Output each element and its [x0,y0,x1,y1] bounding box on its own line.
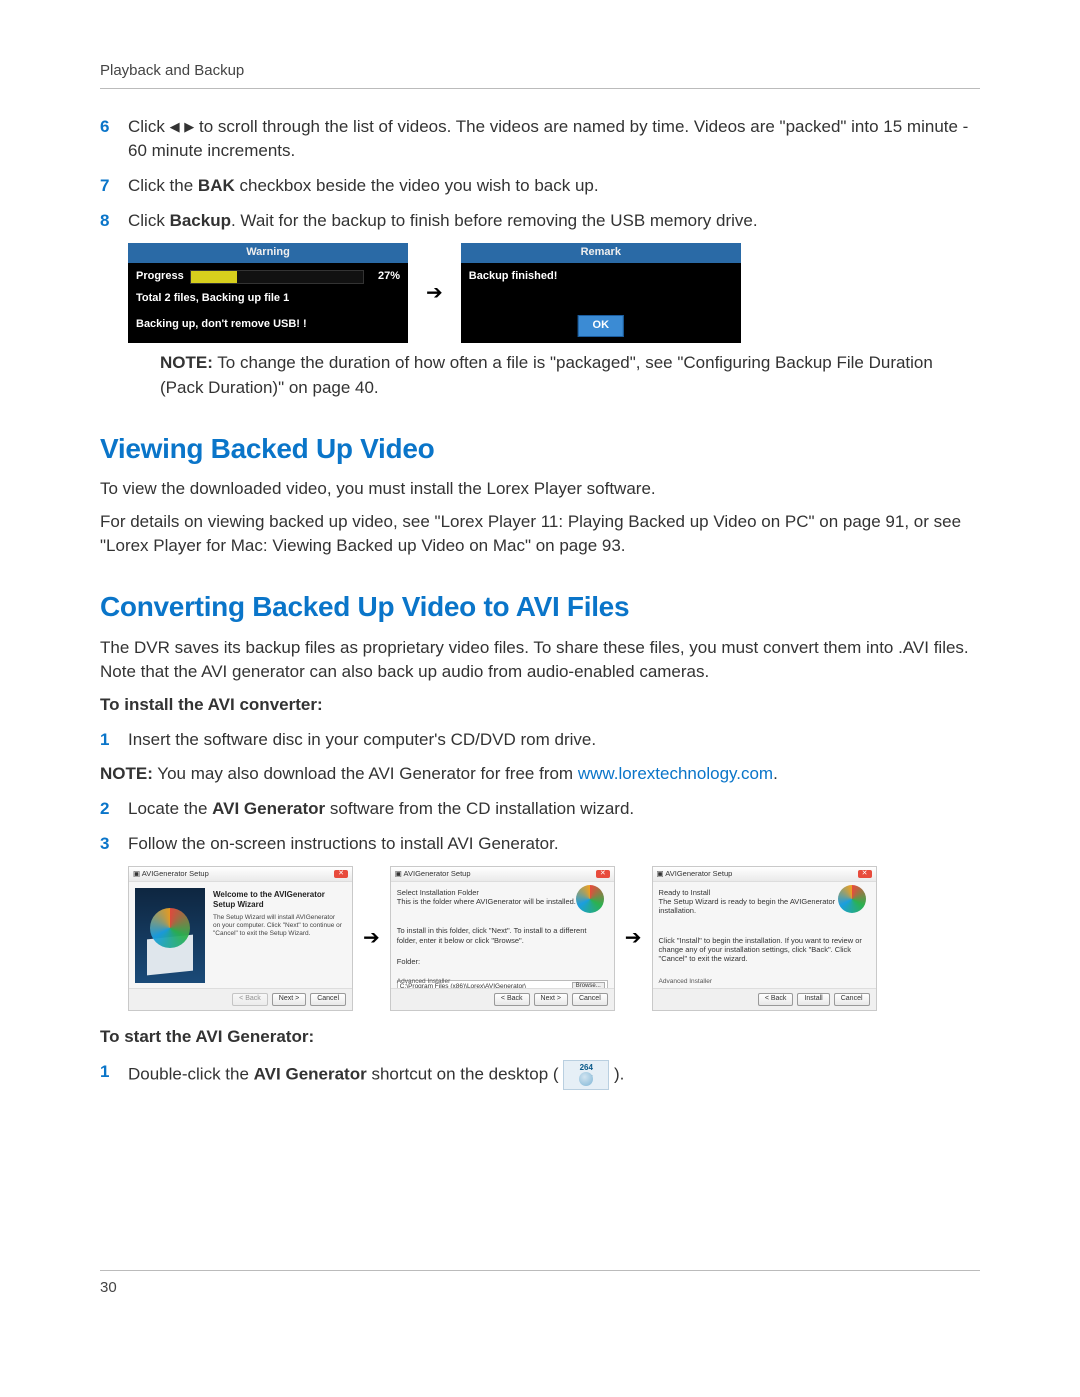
step-number: 1 [100,1060,128,1085]
step-body: Insert the software disc in your compute… [128,728,980,753]
page-number: 30 [100,1279,117,1296]
backup-progress-figure: Warning Progress 27% Total 2 files, Back… [128,243,980,343]
progress-line1: Total 2 files, Backing up file 1 [136,291,400,307]
wizard-folder: ▣ AVIGenerator Setup ✕ Select Installati… [390,866,615,1011]
section1-p2: For details on viewing backed up video, … [100,510,980,559]
wizard-logo-icon [838,885,866,913]
wizard-text: To install in this folder, click "Next".… [397,926,608,945]
close-icon[interactable]: ✕ [858,870,872,879]
back-button[interactable]: < Back [232,993,268,1006]
note-label: NOTE: [100,764,153,783]
section1-p1: To view the downloaded video, you must i… [100,477,980,502]
wizard-text: The Setup Wizard will install AVIGenerat… [213,914,344,938]
window-titlebar: ▣ AVIGenerator Setup ✕ [391,867,614,881]
cancel-button[interactable]: Cancel [310,993,346,1006]
window-icon: ▣ AVIGenerator Setup [395,869,471,878]
step-6: 6 Click ◀ ▶ to scroll through the list o… [100,115,980,164]
window-icon: ▣ AVIGenerator Setup [657,869,733,878]
window-titlebar: ▣ AVIGenerator Setup ✕ [129,867,352,881]
heading-viewing: Viewing Backed Up Video [100,429,980,470]
panel-title: Warning [128,243,408,263]
back-button[interactable]: < Back [758,993,794,1006]
step-body: Follow the on-screen instructions to ins… [128,832,980,857]
progress-row: Progress 27% [136,269,400,285]
window-titlebar: ▣ AVIGenerator Setup ✕ [653,867,876,881]
ok-button[interactable]: OK [578,315,625,337]
flow-arrow-icon: ➔ [426,279,443,308]
step-number: 8 [100,209,128,234]
step-body: Click Backup. Wait for the backup to fin… [128,209,980,234]
progress-percent: 27% [370,269,400,285]
install-step-3: 3 Follow the on-screen instructions to i… [100,832,980,857]
start-step-1: 1 Double-click the AVI Generator shortcu… [100,1060,980,1090]
page-footer: 30 [100,1270,980,1299]
window-icon: ▣ AVIGenerator Setup [133,869,209,878]
section2-intro: The DVR saves its backup files as propri… [100,636,980,685]
advanced-installer-label: Advanced Installer [659,978,712,986]
wizard-figure: ▣ AVIGenerator Setup ✕ Welcome to the AV… [128,866,980,1011]
flow-arrow-icon: ➔ [625,924,642,953]
step-number: 7 [100,174,128,199]
step-8: 8 Click Backup. Wait for the backup to f… [100,209,980,234]
progress-panel: Warning Progress 27% Total 2 files, Back… [128,243,408,343]
avi-generator-icon: 264AVI [563,1060,609,1090]
step-number: 1 [100,728,128,753]
step-body: Double-click the AVI Generator shortcut … [128,1060,980,1090]
step-number: 3 [100,832,128,857]
close-icon[interactable]: ✕ [334,870,348,879]
wizard-logo-icon [576,885,604,913]
wizard-subtext: This is the folder where AVIGenerator wi… [397,897,576,906]
note-download: NOTE: You may also download the AVI Gene… [100,762,980,787]
step-body: Click the BAK checkbox beside the video … [128,174,980,199]
step-body: Locate the AVI Generator software from t… [128,797,980,822]
arrow-left-icon: ◀ [170,119,180,134]
progress-label: Progress [136,269,184,285]
arrow-right-icon: ▶ [184,119,194,134]
progress-line2: Backing up, don't remove USB! ! [136,317,400,333]
progress-fill [191,271,238,283]
back-button[interactable]: < Back [494,993,530,1006]
note-pack-duration: NOTE: To change the duration of how ofte… [160,351,980,400]
wizard-banner [135,888,205,983]
page-header: Playback and Backup [100,60,980,89]
link-lorex[interactable]: www.lorextechnology.com [578,764,773,783]
next-button[interactable]: Next > [272,993,306,1006]
wizard-ready: ▣ AVIGenerator Setup ✕ Ready to Install … [652,866,877,1011]
wizard-heading: Welcome to the AVIGenerator Setup Wizard [213,890,344,910]
progress-bar [190,270,364,284]
panel-title: Remark [461,243,741,263]
install-subheading: To install the AVI converter: [100,693,980,718]
advanced-installer-label: Advanced Installer [397,978,450,986]
folder-label: Folder: [397,957,608,966]
finished-message: Backup finished! [469,269,733,285]
finished-panel: Remark Backup finished! OK [461,243,741,343]
header-section: Playback and Backup [100,62,244,79]
cancel-button[interactable]: Cancel [572,993,608,1006]
step-body: Click ◀ ▶ to scroll through the list of … [128,115,980,164]
wizard-heading: Select Installation Folder [397,888,576,897]
next-button[interactable]: Next > [534,993,568,1006]
note-label: NOTE: [160,353,213,372]
step-7: 7 Click the BAK checkbox beside the vide… [100,174,980,199]
install-step-1: 1 Insert the software disc in your compu… [100,728,980,753]
install-button[interactable]: Install [797,993,829,1006]
close-icon[interactable]: ✕ [596,870,610,879]
step-number: 6 [100,115,128,140]
cancel-button[interactable]: Cancel [834,993,870,1006]
step-number: 2 [100,797,128,822]
install-step-2: 2 Locate the AVI Generator software from… [100,797,980,822]
wizard-text: Click "Install" to begin the installatio… [659,936,870,964]
start-subheading: To start the AVI Generator: [100,1025,980,1050]
flow-arrow-icon: ➔ [363,924,380,953]
heading-converting: Converting Backed Up Video to AVI Files [100,587,980,628]
wizard-welcome: ▣ AVIGenerator Setup ✕ Welcome to the AV… [128,866,353,1011]
